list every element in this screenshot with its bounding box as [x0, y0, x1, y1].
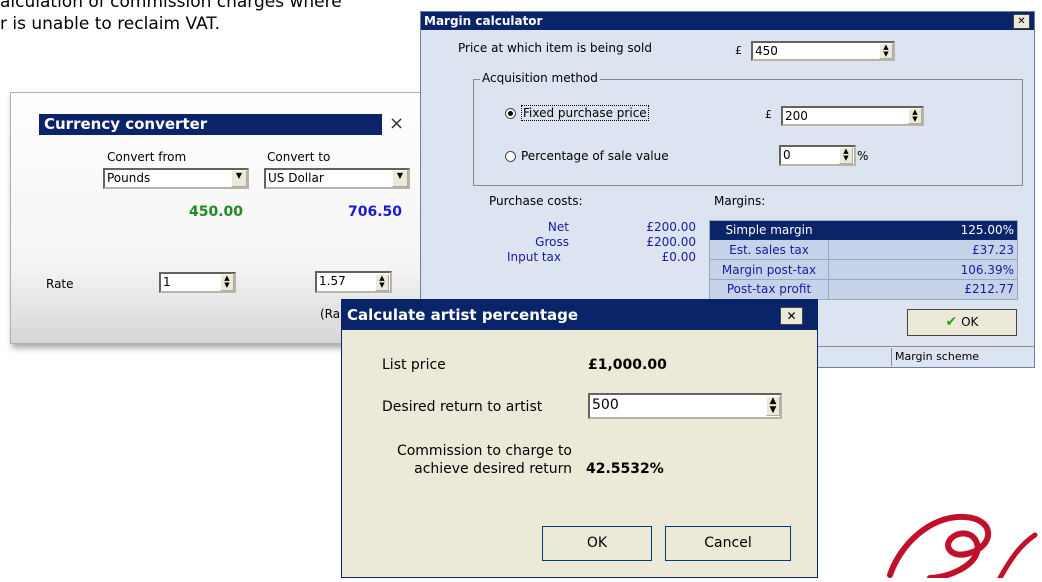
artist-percentage-window: Calculate artist percentage ✕ List price…: [341, 299, 818, 578]
fixed-price-radio[interactable]: [505, 108, 516, 119]
percentage-label[interactable]: Percentage of sale value: [521, 149, 669, 163]
to-amount: 706.50: [347, 204, 402, 220]
margin-value[interactable]: £37.23: [828, 240, 1017, 260]
fixed-price-value: 200: [785, 109, 808, 123]
logo-swirl: [870, 505, 1042, 581]
sale-price-spinner[interactable]: ▲ ▼: [879, 43, 893, 59]
margin-label[interactable]: Est. sales tax: [710, 240, 828, 260]
list-price-label: List price: [382, 357, 446, 373]
margins-table: Simple margin 125.00% Est. sales tax £37…: [709, 220, 1018, 300]
cost-value: £200.00: [646, 235, 696, 249]
desired-return-input[interactable]: 500: [588, 393, 782, 419]
margin-calculator-title: Margin calculator: [424, 14, 543, 28]
fixed-price-label[interactable]: Fixed purchase price: [521, 105, 649, 121]
margin-value-selected[interactable]: 125.00%: [828, 221, 1017, 240]
chevron-down-icon[interactable]: ▼: [392, 170, 408, 187]
convert-from-value: Pounds: [107, 171, 151, 185]
percentage-radio[interactable]: [505, 151, 516, 162]
margin-label-selected[interactable]: Simple margin: [710, 221, 828, 240]
commission-label: Commission to charge to achieve desired …: [396, 443, 572, 477]
artist-percentage-title: Calculate artist percentage: [347, 306, 579, 324]
purchase-costs-list: Net £200.00 Gross £200.00 Input tax £0.0…: [481, 220, 701, 265]
margin-label[interactable]: Margin post-tax: [710, 260, 828, 280]
close-icon[interactable]: ✕: [780, 307, 803, 325]
acquisition-method-group: [473, 79, 1023, 186]
background-text-line-2: r is unable to reclaim VAT.: [0, 14, 221, 34]
sale-price-label: Price at which item is being sold: [458, 41, 652, 55]
status-bar-separator: [891, 348, 892, 366]
desired-return-spinner[interactable]: ▲ ▼: [766, 396, 780, 416]
percentage-spinner[interactable]: ▲ ▼: [839, 147, 853, 164]
convert-from-label: Convert from: [107, 150, 187, 164]
sale-price-value: 450: [755, 44, 778, 58]
cost-label: Input tax: [506, 250, 561, 264]
check-icon: ✔: [945, 314, 958, 330]
rate-to-value: 1.57: [319, 274, 346, 288]
margins-label: Margins:: [714, 194, 766, 208]
currency-symbol: £: [765, 108, 772, 121]
margin-label[interactable]: Post-tax profit: [710, 280, 828, 299]
cost-value: £0.00: [661, 250, 696, 264]
convert-from-select[interactable]: Pounds: [103, 168, 249, 189]
background-text-line-1: alculation of commission charges where: [0, 0, 342, 12]
rate-label: Rate: [46, 277, 74, 291]
cost-row-net: Net £200.00: [481, 220, 701, 235]
cost-label: Net: [547, 220, 569, 234]
ok-button[interactable]: OK: [542, 526, 652, 561]
cost-value: £200.00: [646, 220, 696, 234]
from-amount: 450.00: [188, 204, 243, 220]
percentage-value: 0: [783, 148, 791, 162]
rate-to-spinner[interactable]: ▲ ▼: [375, 274, 389, 291]
convert-to-select[interactable]: US Dollar: [264, 168, 410, 189]
cost-row-input-tax: Input tax £0.00: [481, 250, 701, 265]
margin-value[interactable]: 106.39%: [828, 260, 1017, 280]
rate-partial-label: (Ra: [320, 307, 341, 321]
currency-symbol: £: [735, 44, 742, 57]
fixed-price-input[interactable]: 200: [781, 106, 924, 126]
margin-value[interactable]: £212.77: [828, 280, 1017, 299]
close-icon[interactable]: ✕: [1013, 14, 1030, 29]
commission-value: 42.5532%: [586, 461, 664, 477]
convert-to-value: US Dollar: [268, 171, 324, 185]
cancel-button[interactable]: Cancel: [665, 526, 791, 561]
desired-return-value: 500: [592, 397, 619, 413]
rate-from-value: 1: [163, 275, 171, 289]
percent-sign: %: [857, 149, 869, 163]
acquisition-method-title: Acquisition method: [480, 71, 600, 85]
rate-from-spinner[interactable]: ▲ ▼: [220, 274, 234, 291]
cost-label: Gross: [535, 235, 569, 249]
fixed-price-spinner[interactable]: ▲ ▼: [908, 108, 922, 124]
margin-ok-label: OK: [961, 315, 979, 329]
chevron-down-icon[interactable]: ▼: [231, 170, 247, 187]
desired-return-label: Desired return to artist: [382, 399, 543, 415]
currency-converter-title: Currency converter: [44, 115, 208, 133]
list-price-value: £1,000.00: [588, 357, 667, 373]
convert-to-label: Convert to: [267, 150, 331, 164]
sale-price-input[interactable]: 450: [751, 41, 895, 61]
margin-ok-button[interactable]: ✔ OK: [907, 309, 1017, 336]
close-icon[interactable]: ×: [389, 113, 404, 134]
cost-row-gross: Gross £200.00: [481, 235, 701, 250]
status-text: Margin scheme: [895, 350, 980, 363]
purchase-costs-label: Purchase costs:: [489, 194, 583, 208]
